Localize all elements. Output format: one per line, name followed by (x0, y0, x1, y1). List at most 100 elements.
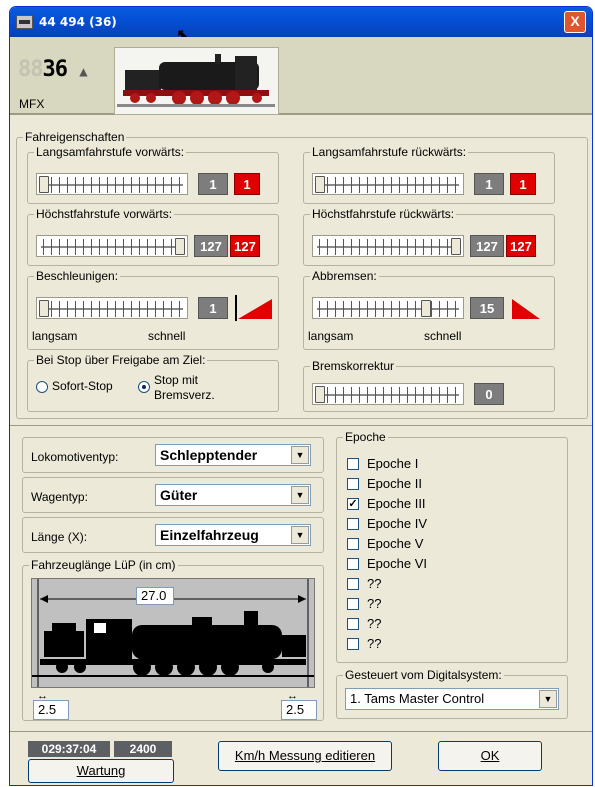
acceleration-label: Beschleunigen: (34, 269, 121, 283)
driving-properties-group: Fahreigenschaften Langsamfahrstufe vorwä… (16, 130, 588, 419)
epoch-label[interactable]: Epoche II (367, 476, 422, 491)
epoch-label[interactable]: Epoche IV (367, 516, 427, 531)
sofort-stop-radio[interactable] (36, 381, 48, 393)
deceleration-label: Abbremsen: (310, 269, 379, 283)
vehicle-length-group: Fahrzeuglänge LüP (in cm) 27.0 ↔ ↔ 2.5 2… (22, 558, 324, 721)
brake-correction-slider[interactable] (312, 383, 464, 405)
chevron-down-icon[interactable]: ▼ (291, 526, 309, 544)
max-forward-label: Höchstfahrstufe vorwärts: (34, 207, 175, 221)
epoch-group: Epoche Epoche I Epoche II ✓ Epoche III Epoch… (336, 430, 568, 663)
deceleration-group: Abbremsen: 15 langsam schnell (303, 269, 555, 350)
operating-time: 029:37:04 (28, 741, 110, 757)
epoch-label[interactable]: Epoche VI (367, 556, 427, 571)
epoch-checkbox[interactable] (347, 618, 359, 630)
epoch-checkbox[interactable]: ✓ (347, 498, 359, 510)
epoch-label[interactable]: ?? (367, 636, 381, 651)
epoch-checkbox[interactable] (347, 478, 359, 490)
driving-properties-title: Fahreigenschaften (23, 130, 127, 144)
digital-system-group: Gesteuert vom Digitalsystem: 1. Tams Mas… (336, 668, 568, 719)
slow-forward-label: Langsamfahrstufe vorwärts: (34, 145, 187, 159)
loco-type-select[interactable]: Schlepptender ▼ (155, 444, 311, 466)
digital-system-select[interactable]: 1. Tams Master Control ▼ (345, 688, 559, 710)
kmh-measure-button[interactable]: Km/h Messung editieren (218, 741, 392, 771)
sofort-stop-label[interactable]: Sofort-Stop (52, 379, 113, 393)
maintenance-button[interactable]: Wartung (28, 759, 174, 783)
epoch-label[interactable]: Epoche V (367, 536, 423, 551)
stop-bremsverz-label-2[interactable]: Bremsverz. (154, 388, 215, 402)
max-forward-slider[interactable] (36, 235, 188, 257)
digital-system-label: Gesteuert vom Digitalsystem: (343, 668, 504, 682)
slow-forward-group: Langsamfahrstufe vorwärts: 1 1 (27, 145, 279, 204)
slider-thumb[interactable] (39, 300, 49, 317)
epoch-checkbox[interactable] (347, 538, 359, 550)
epoch-checkbox[interactable] (347, 518, 359, 530)
stop-mode-group: Bei Stop über Freigabe am Ziel: Sofort-S… (27, 353, 279, 412)
max-forward-value: 127 (194, 235, 228, 257)
chevron-down-icon[interactable]: ▼ (291, 446, 309, 464)
deceleration-value: 15 (470, 297, 504, 319)
stop-bremsverz-label-1[interactable]: Stop mit (154, 373, 198, 387)
epoch-label[interactable]: ?? (367, 616, 381, 631)
wagon-type-select[interactable]: Güter ▼ (155, 484, 311, 506)
operating-count: 2400 (114, 741, 172, 757)
epoch-checkbox[interactable] (347, 598, 359, 610)
epoch-checkbox[interactable] (347, 458, 359, 470)
max-reverse-value-red: 127 (506, 235, 536, 257)
slow-reverse-slider[interactable] (312, 173, 464, 195)
max-reverse-label: Höchstfahrstufe rückwärts: (310, 207, 457, 221)
acceleration-fast-label: schnell (148, 329, 186, 343)
chevron-down-icon[interactable]: ▼ (539, 690, 557, 708)
acceleration-ramp-icon (235, 295, 272, 321)
vehicle-length-diagram: 27.0 (31, 578, 315, 688)
deceleration-slider[interactable] (312, 297, 464, 319)
protocol-label: MFX (19, 97, 45, 111)
epoch-label[interactable]: ?? (367, 596, 381, 611)
acceleration-slider[interactable] (36, 297, 188, 319)
length-select[interactable]: Einzelfahrzeug ▼ (155, 524, 311, 546)
slider-thumb[interactable] (421, 300, 432, 317)
dialog-window: 44 494 (36) X ⬉ 8836 ▲ MFX Fahreigenscha… (9, 6, 593, 786)
title-bar[interactable]: 44 494 (36) X (10, 7, 592, 37)
ok-button[interactable]: OK (438, 741, 542, 771)
slow-forward-value-red: 1 (234, 173, 260, 195)
slider-thumb[interactable] (315, 386, 325, 403)
locomotive-image (114, 47, 279, 115)
stop-bremsverz-radio[interactable] (138, 381, 150, 393)
slow-reverse-value: 1 (474, 173, 504, 195)
slider-thumb[interactable] (175, 238, 185, 255)
address-digits: 36 (42, 57, 68, 82)
epoch-checkbox[interactable] (347, 638, 359, 650)
epoch-checkbox[interactable] (347, 578, 359, 590)
divider (10, 731, 592, 732)
address-unused-digits: 88 (18, 57, 43, 82)
left-overhang-field[interactable]: 2.5 (33, 700, 69, 720)
loco-type-value: Schlepptender (160, 447, 258, 463)
chevron-down-icon[interactable]: ▼ (291, 486, 309, 504)
direction-up-icon[interactable]: ▲ (79, 64, 88, 80)
slider-thumb[interactable] (39, 176, 49, 193)
slider-thumb[interactable] (315, 176, 325, 193)
max-reverse-value: 127 (470, 235, 504, 257)
deceleration-slow-label: langsam (308, 329, 354, 343)
brake-correction-label: Bremskorrektur (310, 359, 397, 373)
digital-system-value: 1. Tams Master Control (350, 691, 485, 706)
epoch-label[interactable]: Epoche I (367, 456, 418, 471)
max-reverse-slider[interactable] (312, 235, 464, 257)
right-overhang-field[interactable]: 2.5 (281, 700, 317, 720)
slow-reverse-value-red: 1 (510, 173, 536, 195)
slow-forward-slider[interactable] (36, 173, 188, 195)
acceleration-value: 1 (198, 297, 228, 319)
epoch-checkbox[interactable] (347, 558, 359, 570)
epoch-label[interactable]: ?? (367, 576, 381, 591)
deceleration-ramp-icon (512, 299, 540, 319)
total-length-field[interactable]: 27.0 (136, 587, 174, 605)
brake-correction-group: Bremskorrektur 0 (303, 359, 555, 412)
stop-mode-label: Bei Stop über Freigabe am Ziel: (34, 353, 208, 367)
deceleration-fast-label: schnell (424, 329, 462, 343)
loco-header: 8836 ▲ MFX (10, 37, 592, 115)
close-button[interactable]: X (564, 11, 586, 33)
epoch-label[interactable]: Epoche III (367, 496, 426, 511)
slider-thumb[interactable] (451, 238, 461, 255)
epoch-title: Epoche (343, 430, 388, 444)
wagon-type-value: Güter (160, 487, 198, 503)
